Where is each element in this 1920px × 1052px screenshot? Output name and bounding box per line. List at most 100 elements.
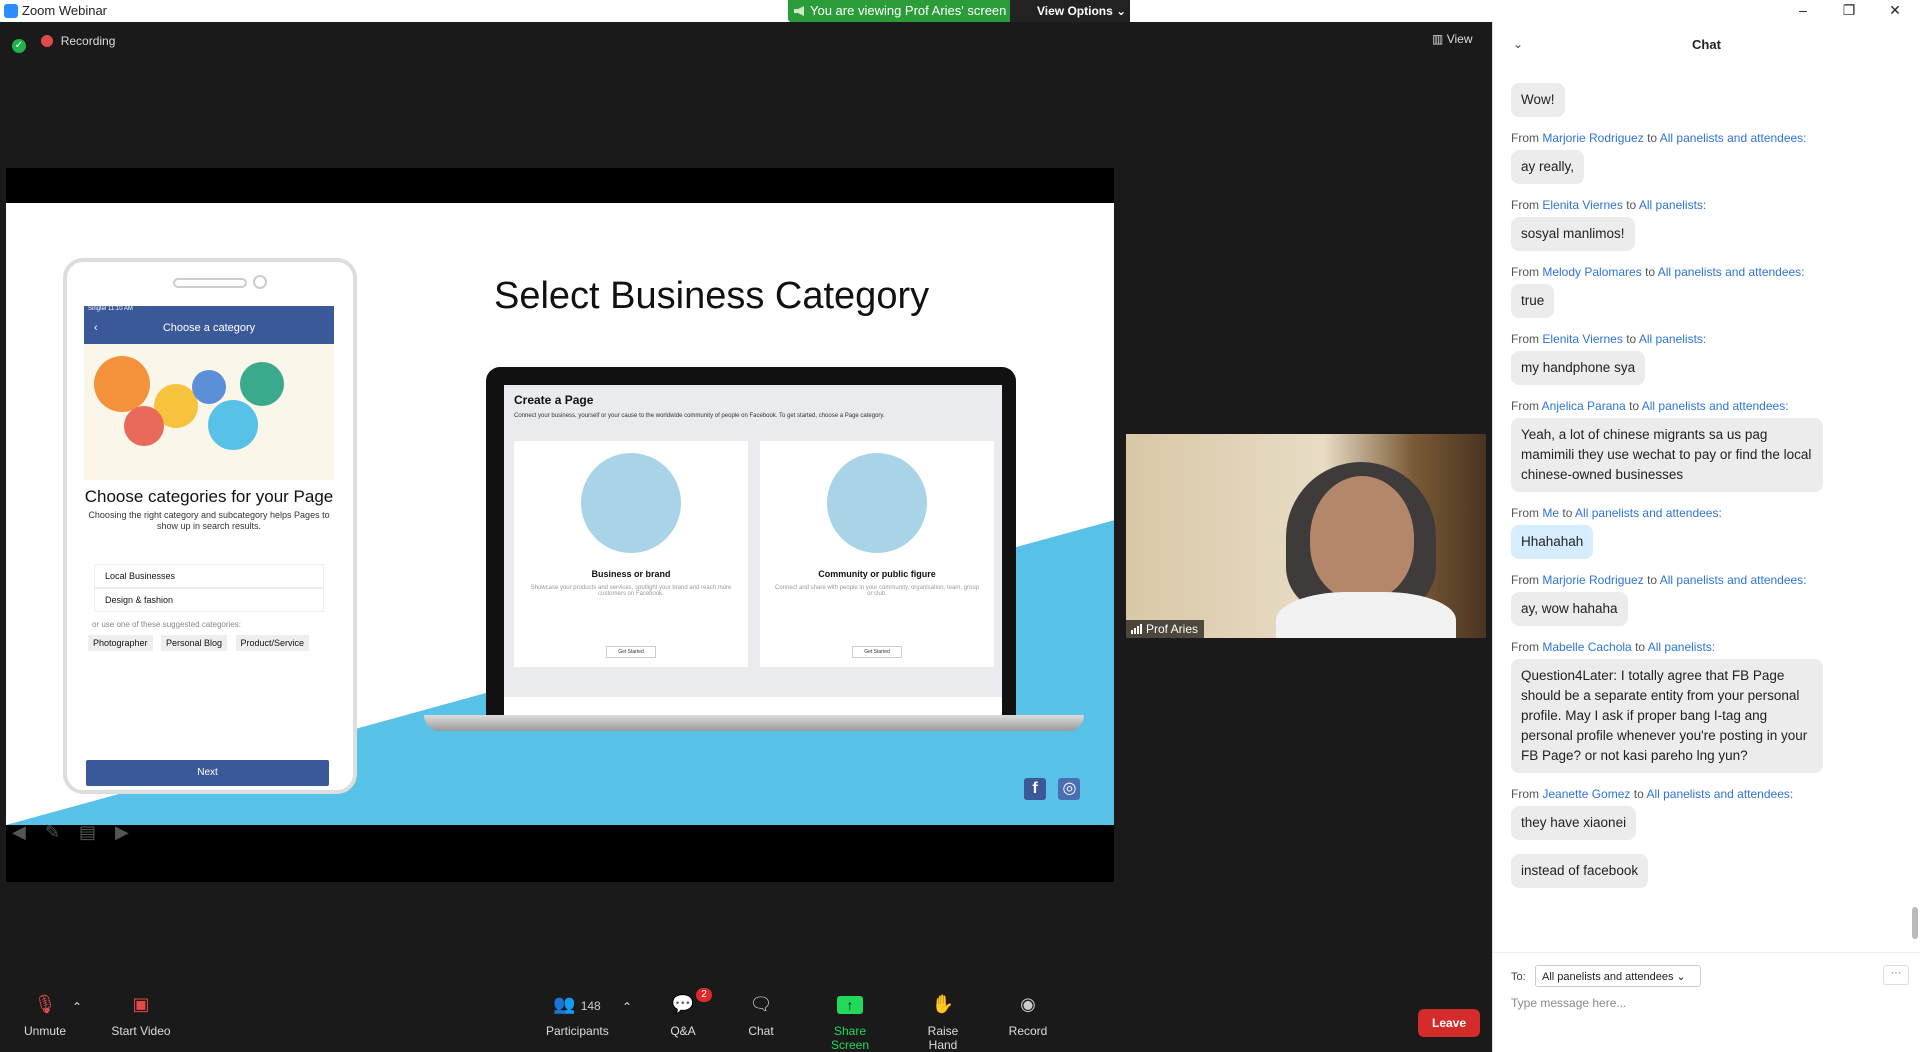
- arrow-right-icon[interactable]: ▶: [115, 822, 129, 842]
- minimize-button[interactable]: –: [1780, 0, 1826, 22]
- view-button[interactable]: ▥ View: [1432, 32, 1472, 46]
- sender-name[interactable]: Melody Palomares: [1542, 265, 1641, 279]
- participants-button[interactable]: 👥 148 Participants: [546, 994, 609, 1038]
- participants-label: Participants: [546, 1024, 609, 1038]
- chat-panel: ⌄ Chat Wow! From Marjorie Rodriguez to Al…: [1492, 22, 1920, 1052]
- sender-name[interactable]: Marjorie Rodriguez: [1542, 573, 1643, 587]
- view-options-button[interactable]: View Options ⌄: [1010, 0, 1130, 22]
- scrollbar-thumb[interactable]: [1912, 907, 1918, 939]
- participant-count: 148: [580, 999, 601, 1013]
- recipient-name: All panelists and attendees:: [1575, 506, 1722, 520]
- recipient-name: All panelists and attendees:: [1646, 787, 1794, 801]
- presentation-slide: Select Business Category Singtel 11:10 A…: [6, 203, 1114, 825]
- laptop-mockup: Create a Page Connect your business, you…: [424, 367, 1084, 747]
- pen-icon[interactable]: ✎: [45, 822, 60, 842]
- qa-button[interactable]: 💬 2 Q&A: [666, 988, 712, 1038]
- recipient-name: All panelists:: [1647, 640, 1716, 654]
- laptop-base: [424, 715, 1084, 731]
- to-word: to: [1626, 198, 1637, 212]
- shirt-icon: [240, 362, 284, 406]
- participants-icon: 👥 148: [553, 994, 601, 1014]
- recipient-value: All panelists and attendees: [1542, 971, 1674, 983]
- caret-up-icon: ⌃: [72, 1000, 83, 1014]
- recipient-name: All panelists and attendees:: [1659, 573, 1807, 587]
- message-sender-line: From Marjorie Rodriguez to All panelists…: [1511, 131, 1807, 145]
- message-sender-line: From Marjorie Rodriguez to All panelists…: [1511, 573, 1807, 587]
- recipient-select[interactable]: All panelists and attendees ⌄: [1535, 965, 1701, 987]
- category-chip: Photographer: [88, 635, 153, 651]
- chat-composer: To: All panelists and attendees ⌄ ··· Ty…: [1493, 952, 1920, 1052]
- chat-header: ⌄ Chat: [1493, 22, 1920, 67]
- laptop-bezel-bottom: [504, 697, 1002, 715]
- leave-button[interactable]: Leave: [1418, 1009, 1480, 1037]
- raise-hand-button[interactable]: ✋ Raise Hand: [912, 994, 974, 1052]
- message-sender-line: From Jeanette Gomez to All panelists and…: [1511, 787, 1794, 801]
- speaker-face: [1310, 476, 1414, 600]
- record-icon: ◉: [1020, 994, 1036, 1014]
- window-title-bar: Zoom Webinar You are viewing Prof Aries'…: [0, 0, 1920, 22]
- message-sender-line: From Me to All panelists and attendees:: [1511, 506, 1722, 520]
- qa-icon: 💬: [671, 994, 695, 1014]
- speaker-video-tile[interactable]: Prof Aries: [1126, 434, 1486, 638]
- phone-status-bar: Singtel 11:10 AM: [84, 306, 334, 314]
- message-sender-line: From Mabelle Cachola to All panelists:: [1511, 640, 1716, 654]
- recipient-name: All panelists:: [1638, 332, 1707, 346]
- more-options-button[interactable]: ···: [1883, 965, 1909, 985]
- message-bubble: Question4Later: I totally agree that FB …: [1511, 659, 1823, 773]
- view-options-label: View Options: [1037, 4, 1113, 18]
- sender-name[interactable]: Mabelle Cachola: [1542, 640, 1631, 654]
- category-chip: Personal Blog: [161, 635, 228, 651]
- chat-title: Chat: [1692, 37, 1721, 52]
- chevron-down-icon: ⌄: [1116, 4, 1127, 18]
- to-word: to: [1626, 332, 1637, 346]
- to-word: to: [1562, 506, 1573, 520]
- chevron-down-icon: ⌄: [1676, 971, 1686, 983]
- phone-next-button: Next: [86, 760, 329, 786]
- chevron-down-icon[interactable]: ⌄: [1513, 22, 1523, 67]
- close-window-button[interactable]: ✕: [1872, 0, 1918, 22]
- unmute-label: Unmute: [23, 1024, 67, 1038]
- arrow-left-icon[interactable]: ◀: [12, 822, 26, 842]
- maximize-button[interactable]: ❐: [1826, 0, 1872, 22]
- card-title: Community or public figure: [818, 569, 936, 579]
- phone-subtext: Choosing the right category and subcateg…: [88, 510, 330, 531]
- chat-button[interactable]: 🗨 Chat: [746, 994, 776, 1038]
- sender-name[interactable]: Marjorie Rodriguez: [1542, 131, 1643, 145]
- recording-dot-icon: [41, 35, 54, 47]
- audio-options-caret[interactable]: ⌃: [72, 1000, 82, 1014]
- message-sender-line: From Melody Palomares to All panelists a…: [1511, 265, 1805, 279]
- create-page-title: Create a Page: [514, 393, 594, 407]
- to-word: to: [1629, 399, 1640, 413]
- viewing-banner-text: You are viewing Prof Aries' screen: [810, 3, 1007, 18]
- message-bubble: Yeah, a lot of chinese migrants sa us pa…: [1511, 418, 1823, 492]
- business-brand-card: Business or brand Showcase your products…: [514, 441, 748, 667]
- window-title: Zoom Webinar: [22, 3, 108, 18]
- message-input[interactable]: Type message here...: [1511, 996, 1626, 1010]
- participants-caret[interactable]: ⌃: [622, 1000, 632, 1014]
- sender-name[interactable]: Elenita Viernes: [1542, 198, 1623, 212]
- sender-name[interactable]: Me: [1542, 506, 1559, 520]
- sender-name[interactable]: Jeanette Gomez: [1542, 787, 1630, 801]
- message-bubble: Hhahahah: [1511, 525, 1594, 559]
- record-button[interactable]: ◉ Record: [1008, 994, 1048, 1038]
- sender-name[interactable]: Elenita Viernes: [1542, 332, 1623, 346]
- phone-speaker: [173, 278, 247, 288]
- shared-screen: Select Business Category Singtel 11:10 A…: [6, 168, 1114, 882]
- start-video-button[interactable]: ▣ Start Video: [106, 994, 176, 1038]
- share-screen-label: Share Screen: [830, 1024, 870, 1052]
- zoom-app-icon: [4, 4, 18, 18]
- community-figure-card: Community or public figure Connect and s…: [760, 441, 994, 667]
- share-screen-button[interactable]: ↑ Share Screen: [814, 994, 886, 1052]
- speaker-icon: [794, 6, 804, 16]
- unmute-button[interactable]: 🎙 Unmute: [20, 994, 70, 1038]
- card-description: Connect and share with people in your co…: [774, 585, 979, 597]
- menu-icon[interactable]: ▤: [79, 822, 96, 842]
- speaker-name: Prof Aries: [1146, 622, 1199, 636]
- share-screen-icon-wrap: ↑: [814, 994, 886, 1020]
- back-arrow-icon: ‹: [94, 322, 98, 334]
- video-off-icon: ▣: [132, 994, 150, 1014]
- chat-scrollbar[interactable]: [1912, 67, 1918, 947]
- sender-name[interactable]: Anjelica Parana: [1542, 399, 1626, 413]
- shield-icon[interactable]: ✓: [12, 39, 26, 53]
- message-bubble: they have xiaonei: [1511, 806, 1637, 840]
